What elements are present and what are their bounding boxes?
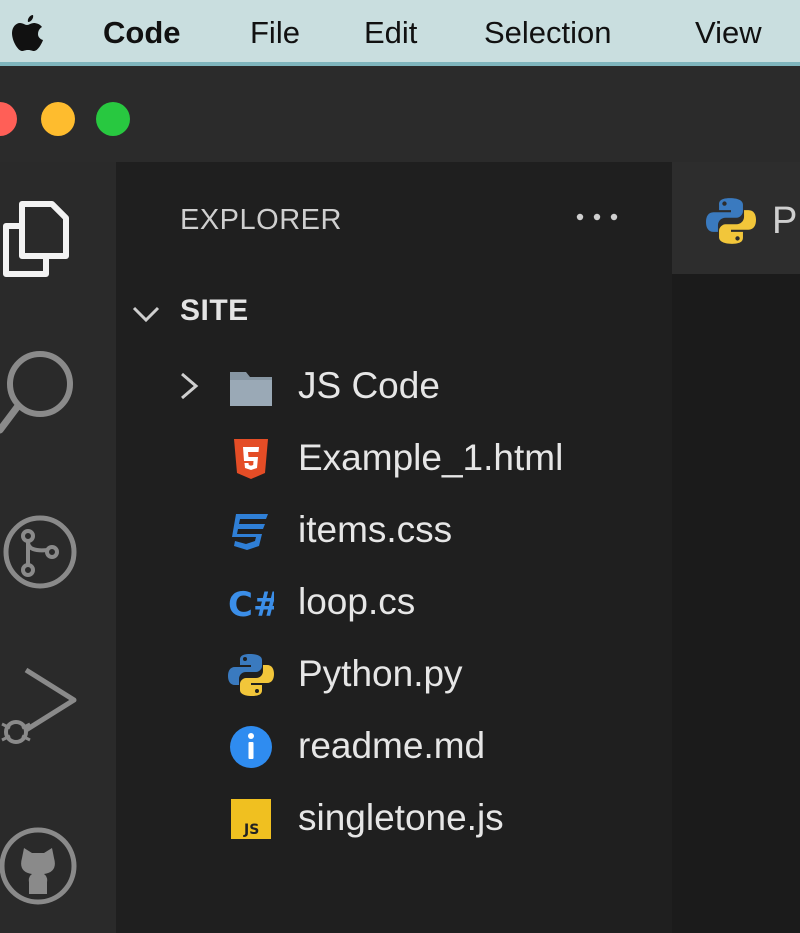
chevron-right-icon	[181, 372, 199, 400]
tree-item-label: items.css	[298, 509, 453, 550]
macos-menu-bar: Code File Edit Selection View	[0, 0, 800, 66]
tree-item-example-html[interactable]: Example_1.html	[116, 426, 672, 490]
menu-view[interactable]: View	[695, 14, 762, 52]
editor-area: P	[672, 162, 800, 933]
activity-bar	[0, 162, 116, 933]
chevron-down-icon	[132, 306, 160, 323]
editor-tab-python[interactable]: P	[672, 162, 800, 274]
tree-item-label: singletone.js	[298, 797, 504, 838]
explorer-sidebar: EXPLORER SITE JS Code Example_1.html ite…	[116, 162, 672, 933]
menu-code[interactable]: Code	[103, 14, 181, 52]
tree-item-python-py[interactable]: Python.py	[116, 642, 672, 706]
workspace-folder-name: SITE	[180, 294, 249, 327]
html5-icon	[234, 439, 268, 479]
svg-text:JS: JS	[243, 822, 259, 838]
css3-icon	[232, 514, 268, 550]
tree-item-label: JS Code	[298, 365, 440, 406]
menu-selection[interactable]: Selection	[484, 14, 612, 52]
run-debug-icon[interactable]	[0, 662, 80, 752]
tree-item-label: readme.md	[298, 725, 486, 766]
tree-item-js-code[interactable]: JS Code	[116, 354, 672, 418]
source-control-icon[interactable]	[0, 512, 80, 592]
search-icon[interactable]	[0, 350, 80, 440]
csharp-icon: C#	[228, 585, 274, 625]
editor-tab-label: P	[772, 200, 798, 242]
github-icon[interactable]	[0, 822, 80, 908]
minimize-window-button[interactable]	[41, 102, 75, 136]
javascript-icon: JS	[231, 799, 271, 839]
menu-edit[interactable]: Edit	[364, 14, 417, 52]
tree-item-label: Python.py	[298, 653, 463, 694]
tree-item-items-css[interactable]: items.css	[116, 498, 672, 562]
maximize-window-button[interactable]	[96, 102, 130, 136]
ellipsis-icon[interactable]	[572, 202, 622, 232]
python-icon	[228, 654, 274, 696]
folder-icon	[230, 372, 272, 406]
tree-item-readme-md[interactable]: readme.md	[116, 714, 672, 778]
menu-file[interactable]: File	[250, 14, 300, 52]
svg-text:C#: C#	[228, 585, 274, 625]
workspace-folder-header[interactable]: SITE	[116, 290, 672, 338]
explorer-title: EXPLORER	[180, 204, 342, 236]
tree-item-loop-cs[interactable]: C# loop.cs	[116, 570, 672, 634]
tree-item-label: loop.cs	[298, 581, 416, 622]
python-icon	[706, 198, 756, 244]
tree-item-label: Example_1.html	[298, 437, 564, 478]
apple-logo-icon[interactable]	[10, 12, 50, 54]
explorer-icon[interactable]	[0, 198, 80, 282]
tree-item-singletone-js[interactable]: JS singletone.js	[116, 786, 672, 850]
info-icon	[230, 726, 272, 768]
